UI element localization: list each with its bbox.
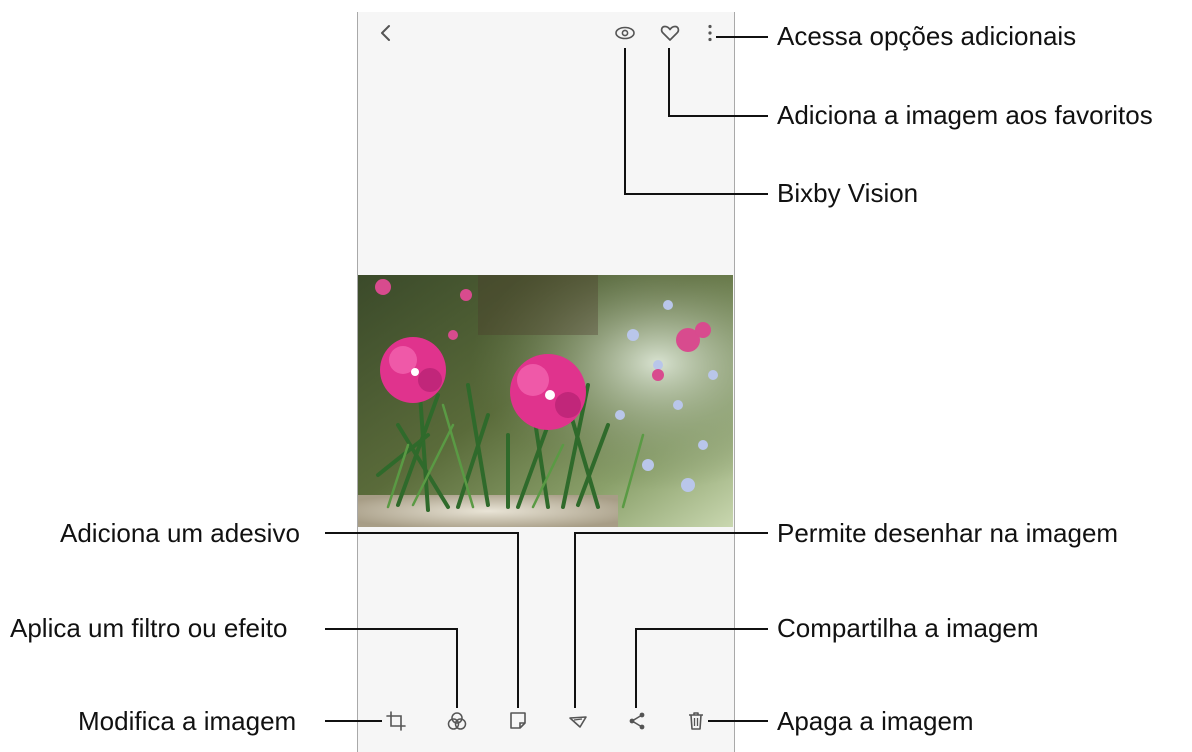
callout-bixby: Bixby Vision <box>777 178 919 208</box>
delete-icon[interactable] <box>684 709 708 733</box>
more-options-icon[interactable] <box>698 21 722 45</box>
filter-effects-icon[interactable] <box>445 709 469 733</box>
callout-edit: Modifica a imagem <box>78 706 297 736</box>
bixby-vision-icon[interactable] <box>613 21 637 45</box>
draw-icon[interactable] <box>566 709 590 733</box>
callout-draw: Permite desenhar na imagem <box>777 518 1119 548</box>
phone-screen <box>357 12 735 752</box>
callout-favorites: Adiciona a imagem aos favoritos <box>777 100 1153 130</box>
photo-viewer[interactable] <box>358 275 733 527</box>
callout-more-options: Acessa opções adicionais <box>777 21 1077 51</box>
heart-icon[interactable] <box>658 21 682 45</box>
share-icon[interactable] <box>625 709 649 733</box>
sticker-icon[interactable] <box>506 709 530 733</box>
callout-filter: Aplica um filtro ou efeito <box>10 613 288 643</box>
back-icon[interactable] <box>374 21 398 45</box>
flower-photo <box>358 275 733 527</box>
callout-sticker: Adiciona um adesivo <box>60 518 300 548</box>
edit-crop-icon[interactable] <box>384 709 408 733</box>
callout-share: Compartilha a imagem <box>777 613 1039 643</box>
callout-delete: Apaga a imagem <box>777 706 974 736</box>
